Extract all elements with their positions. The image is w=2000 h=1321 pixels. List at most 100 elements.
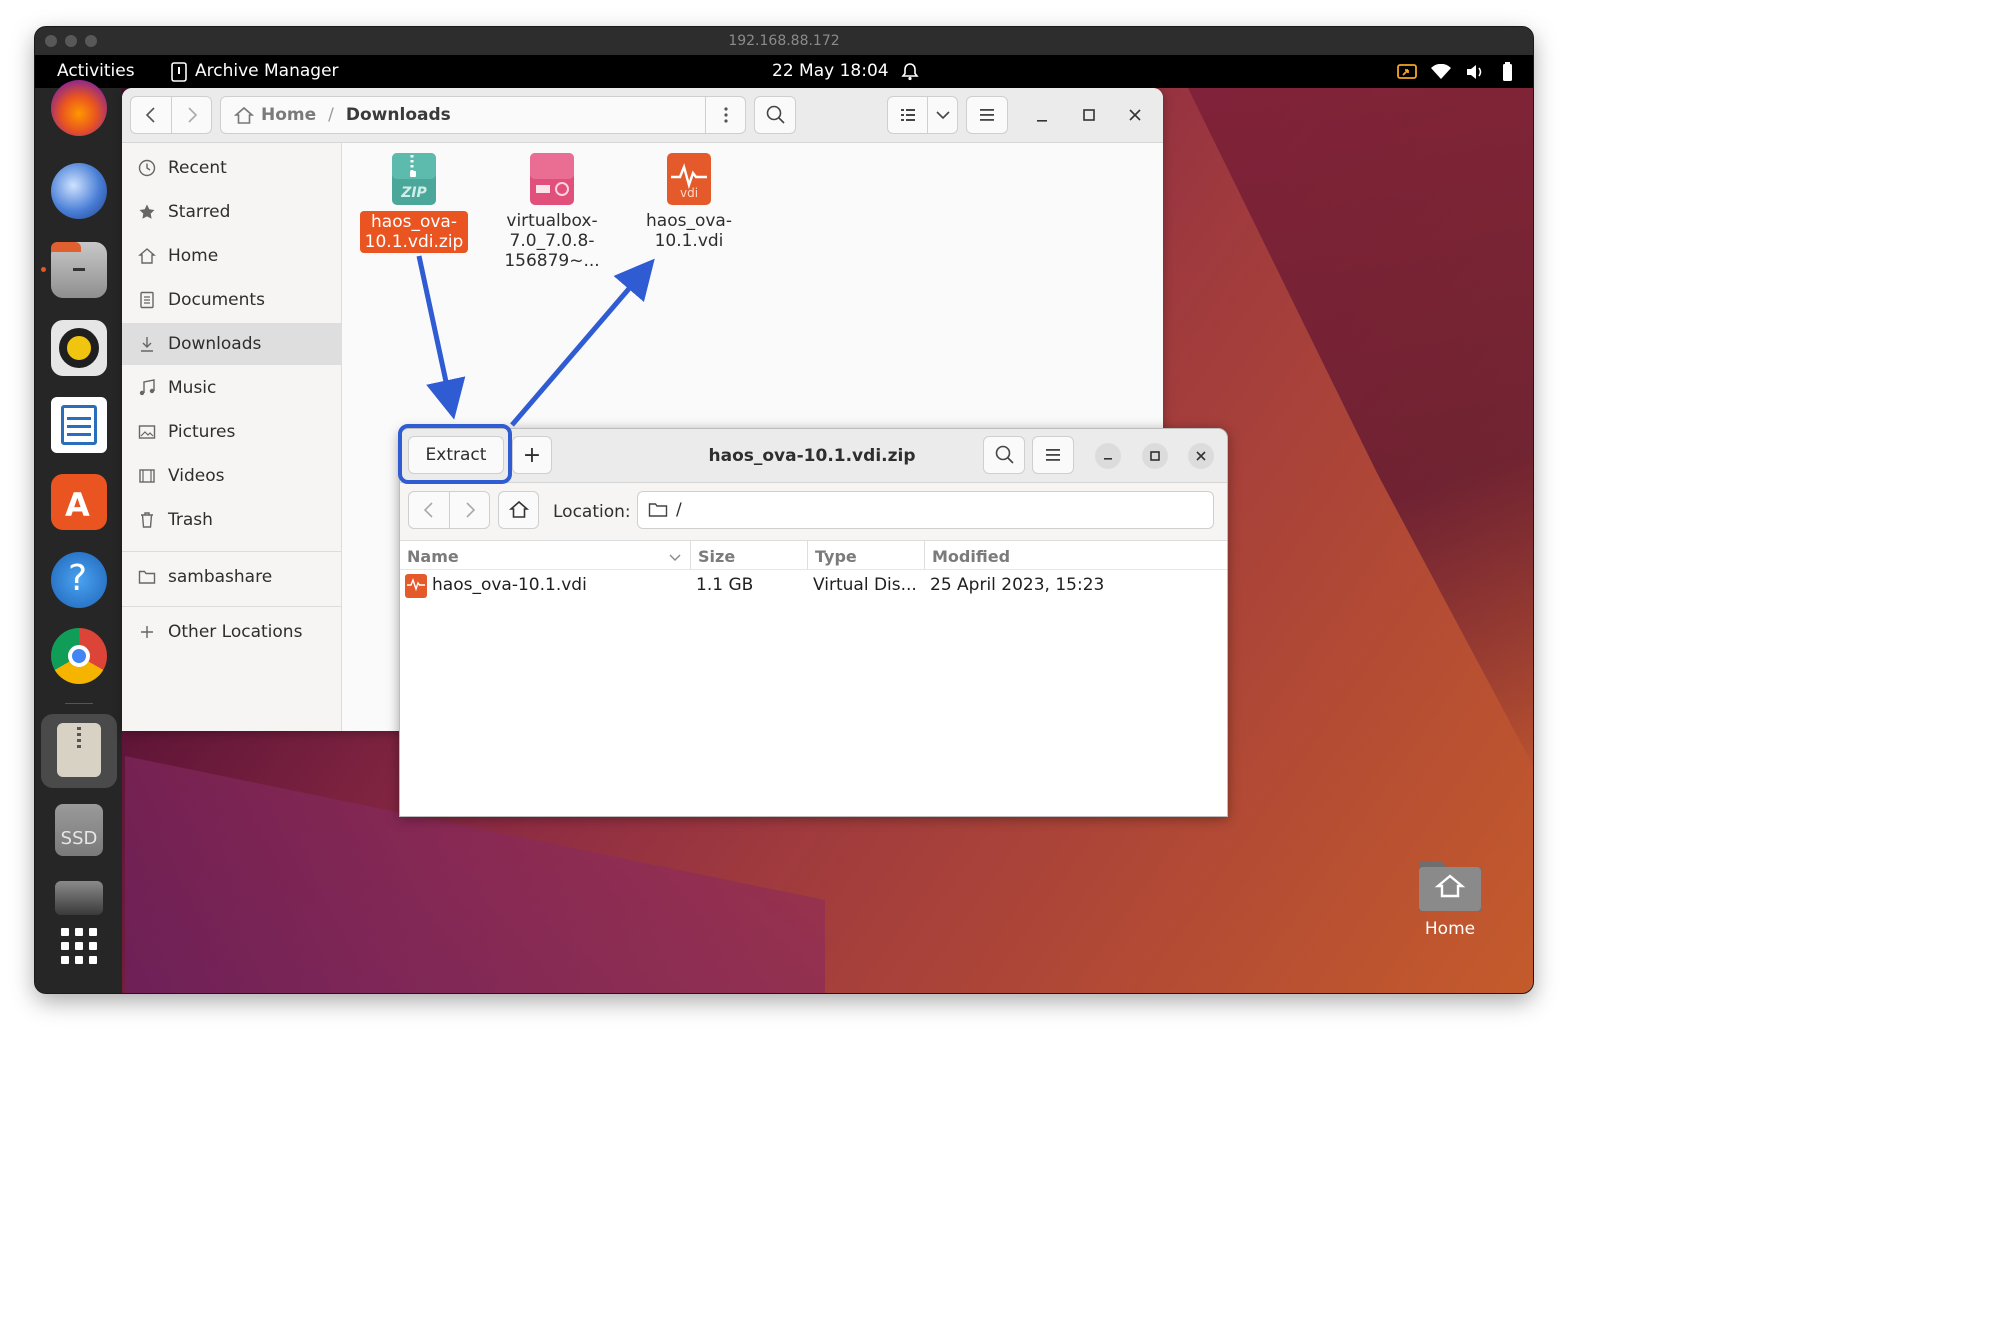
picture-icon (138, 423, 156, 441)
archive-close-button[interactable] (1188, 443, 1214, 469)
archive-headerbar: Extract + haos_ova-10.1.vdi.zip (400, 429, 1227, 483)
list-view-icon (888, 97, 928, 133)
minimize-button[interactable] (1022, 96, 1062, 134)
zoom-dot-icon[interactable] (85, 35, 97, 47)
minimize-icon (1022, 96, 1062, 134)
archive-search-button[interactable] (983, 436, 1025, 474)
plus-icon (138, 623, 156, 641)
chrome-icon[interactable] (51, 628, 107, 684)
archive-minimize-button[interactable] (1095, 443, 1121, 469)
forward-button[interactable] (172, 97, 212, 133)
column-header-type[interactable]: Type (815, 547, 857, 566)
list-view-button[interactable] (888, 97, 928, 133)
maximize-icon (1069, 96, 1109, 134)
music-icon (138, 379, 156, 397)
clock[interactable]: 22 May 18:04 (772, 55, 889, 88)
breadcrumb-separator: / (328, 105, 334, 125)
files-sidebar: Recent Starred Home Documents Downloads … (122, 143, 342, 731)
archive-home-button[interactable] (498, 491, 539, 529)
column-header-size[interactable]: Size (698, 547, 735, 566)
app-menu[interactable]: Archive Manager (171, 55, 339, 88)
close-icon (1115, 96, 1155, 134)
ssd-label: SSD (55, 828, 103, 849)
breadcrumb-home[interactable]: Home (261, 105, 316, 125)
document-icon (138, 291, 156, 309)
maximize-button[interactable] (1069, 96, 1109, 134)
notification-bell-icon[interactable] (901, 55, 919, 88)
help-icon[interactable]: ? (51, 552, 107, 608)
row-name: haos_ova-10.1.vdi (432, 575, 587, 595)
sidebar-item-recent[interactable]: Recent (122, 147, 342, 189)
close-icon (1188, 443, 1214, 469)
sidebar-item-videos[interactable]: Videos (122, 455, 342, 497)
download-icon (138, 335, 156, 353)
desktop-home-folder[interactable]: Home (1405, 853, 1495, 939)
search-button[interactable] (754, 96, 796, 134)
home-icon (499, 492, 539, 528)
archive-maximize-button[interactable] (1142, 443, 1168, 469)
sidebar-divider (122, 606, 342, 607)
sidebar-label: Videos (168, 466, 225, 486)
breadcrumb-current[interactable]: Downloads (346, 105, 451, 125)
archive-manager-window: Extract + haos_ova-10.1.vdi.zip (399, 428, 1228, 817)
file-item-zip[interactable]: ZIP haos_ova- 10.1.vdi.zip (359, 151, 469, 253)
rhythmbox-icon[interactable] (51, 320, 107, 376)
sidebar-item-starred[interactable]: Starred (122, 191, 342, 233)
ssd-drive-icon[interactable]: SSD (55, 804, 103, 856)
sidebar-item-documents[interactable]: Documents (122, 279, 342, 321)
archive-back-button[interactable] (409, 492, 450, 528)
view-toggle-group (887, 96, 958, 134)
libreoffice-writer-icon[interactable] (51, 397, 107, 453)
sidebar-item-pictures[interactable]: Pictures (122, 411, 342, 453)
minimize-dot-icon[interactable] (65, 35, 77, 47)
search-icon (755, 97, 795, 133)
close-dot-icon[interactable] (45, 35, 57, 47)
sidebar-item-other-locations[interactable]: Other Locations (122, 611, 342, 653)
file-item-deb[interactable]: virtualbox- 7.0_7.0.8- 156879~... (497, 151, 607, 271)
archive-forward-button[interactable] (450, 492, 490, 528)
column-separator (924, 541, 925, 569)
drive-icon[interactable] (55, 881, 103, 915)
sort-chevron-down-icon[interactable] (668, 553, 682, 563)
file-name-line: 7.0_7.0.8- (510, 231, 595, 251)
firefox-icon[interactable] (51, 80, 107, 136)
file-name-line: virtualbox- (506, 211, 597, 231)
extract-highlight-box (398, 424, 512, 484)
hamburger-icon (967, 97, 1007, 133)
wifi-icon (1431, 64, 1451, 80)
file-item-vdi[interactable]: vdi haos_ova- 10.1.vdi (634, 151, 744, 251)
sidebar-item-trash[interactable]: Trash (122, 499, 342, 541)
column-header-name[interactable]: Name (407, 547, 459, 566)
archive-menu-button[interactable] (1032, 436, 1074, 474)
hamburger-icon (1033, 437, 1073, 473)
system-tray[interactable] (1397, 55, 1515, 88)
back-button[interactable] (131, 97, 172, 133)
sidebar-item-downloads[interactable]: Downloads (122, 323, 342, 365)
sidebar-item-home[interactable]: Home (122, 235, 342, 277)
home-folder-icon (1417, 853, 1483, 913)
sidebar-label: Downloads (168, 334, 261, 354)
path-bar[interactable]: Home / Downloads (220, 96, 746, 134)
sidebar-item-sambashare[interactable]: sambashare (122, 556, 342, 598)
close-button[interactable] (1115, 96, 1155, 134)
thunderbird-icon[interactable] (51, 163, 107, 219)
path-menu-button[interactable] (705, 97, 745, 133)
running-indicator (41, 267, 46, 272)
vdi-file-icon (404, 573, 428, 599)
main-menu-button[interactable] (966, 96, 1008, 134)
app-center-icon[interactable]: A (51, 474, 107, 530)
file-name-line: haos_ova- (646, 211, 732, 231)
add-files-button[interactable]: + (512, 436, 552, 474)
view-options-button[interactable] (928, 97, 958, 133)
location-field[interactable]: / (637, 491, 1214, 529)
column-separator (807, 541, 808, 569)
vdi-icon-text: vdi (680, 186, 698, 200)
sidebar-item-music[interactable]: Music (122, 367, 342, 409)
sidebar-label: Trash (168, 510, 213, 530)
row-modified: 25 April 2023, 15:23 (930, 575, 1104, 595)
files-icon[interactable] (51, 242, 107, 298)
archive-manager-icon[interactable] (57, 723, 101, 777)
show-apps-icon[interactable] (60, 927, 98, 965)
video-icon (138, 467, 156, 485)
column-header-modified[interactable]: Modified (932, 547, 1010, 566)
